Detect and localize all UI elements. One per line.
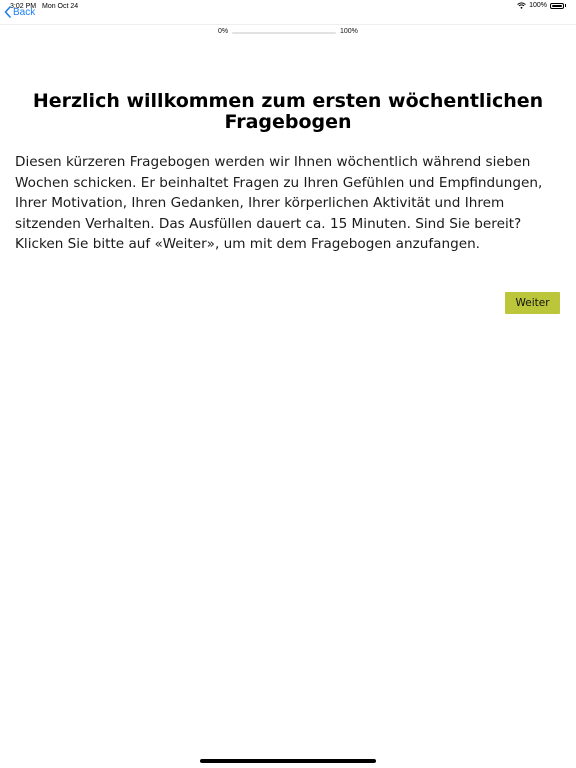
- intro-text: Diesen kürzeren Fragebogen werden wir Ih…: [15, 154, 543, 252]
- progress-end-label: 100%: [340, 28, 358, 35]
- battery-icon: [550, 2, 564, 9]
- screen: 3:02 PM Mon Oct 24 100% Back 0% 100% Her…: [0, 0, 576, 768]
- wifi-icon: [517, 2, 526, 9]
- status-date: Mon Oct 24: [42, 3, 79, 10]
- status-bar: 3:02 PM Mon Oct 24 100%: [0, 0, 576, 14]
- back-button[interactable]: Back: [4, 6, 35, 18]
- battery-icon-wrap: [550, 2, 566, 9]
- battery-percent: 100%: [529, 2, 547, 9]
- progress-start-label: 0%: [218, 28, 229, 35]
- battery-fill: [552, 4, 562, 7]
- battery-cap: [565, 4, 566, 7]
- chevron-left-icon: [4, 6, 11, 18]
- header-divider: [0, 24, 576, 25]
- status-indicators: 100%: [517, 2, 566, 9]
- page-title: Herzlich willkommen zum ersten wöchentli…: [32, 90, 544, 133]
- progress-track: [232, 32, 336, 34]
- back-label: Back: [13, 6, 36, 18]
- next-button[interactable]: Weiter: [505, 292, 560, 314]
- progress-indicator: 0% 100%: [0, 27, 576, 39]
- home-indicator[interactable]: [200, 759, 376, 763]
